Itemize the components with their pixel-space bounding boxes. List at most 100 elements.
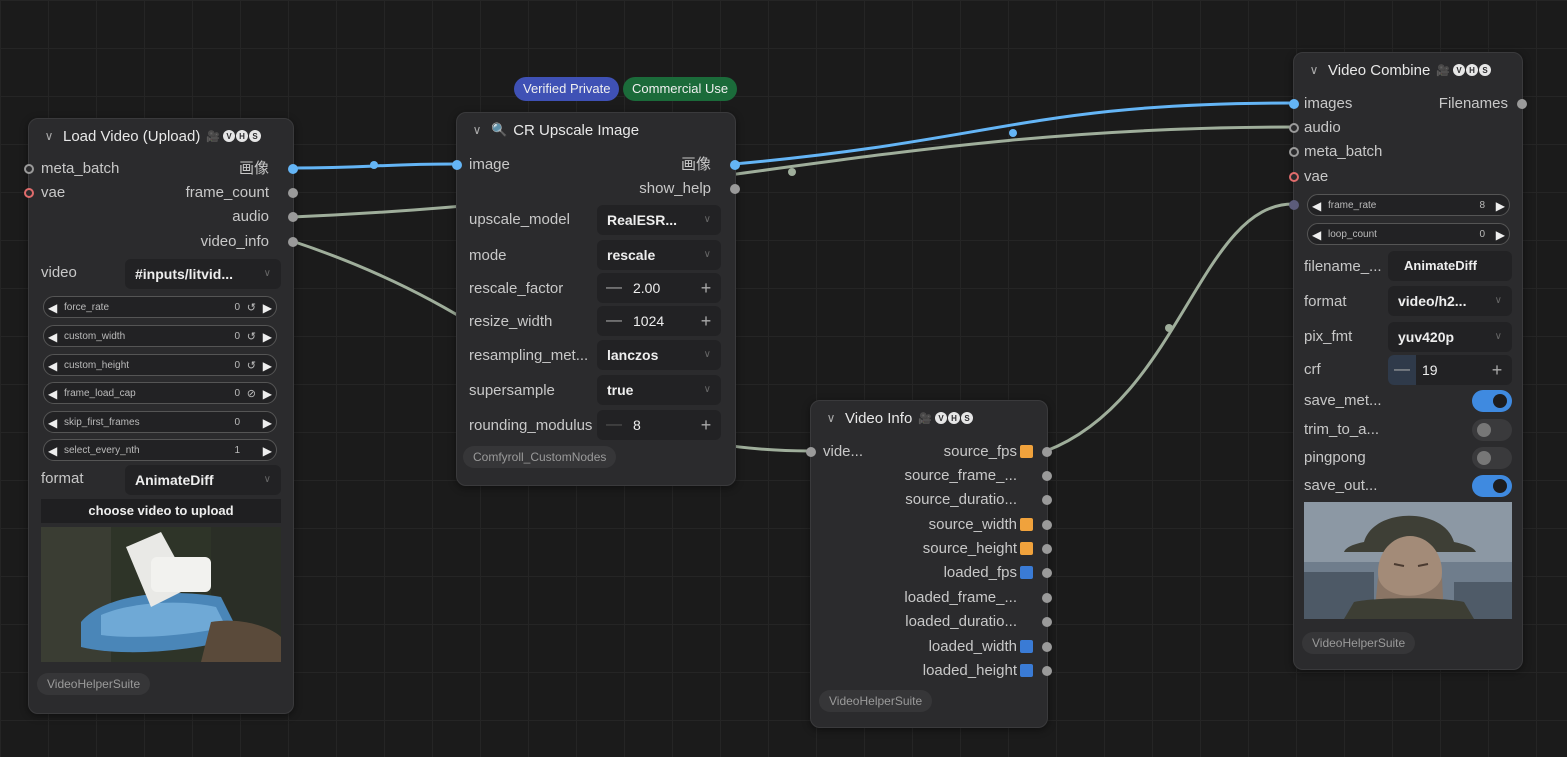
decrement-arrow-icon[interactable]: ◀ <box>48 355 57 377</box>
plus-icon[interactable]: + <box>697 306 715 336</box>
increment-arrow-icon[interactable]: ▶ <box>1496 224 1505 246</box>
audio-input-slot[interactable] <box>1289 123 1299 133</box>
decrement-arrow-icon[interactable]: ◀ <box>48 412 57 434</box>
resize-width-stepper[interactable]: — 1024 + <box>597 306 721 336</box>
minus-icon[interactable]: — <box>605 306 623 336</box>
reset-icon[interactable]: ↺ <box>247 355 256 377</box>
node-canvas[interactable]: Verified Private Commercial Use ∨ Load V… <box>0 0 1567 757</box>
reset-icon[interactable]: ↺ <box>247 297 256 319</box>
vae-input-slot[interactable] <box>24 188 34 198</box>
cr-upscale-image-node[interactable]: ∨ 🔍 CR Upscale Image image 画像 show_help … <box>452 112 740 486</box>
video-info-node[interactable]: ∨ Video Info 🎥 V H S vide... source_fps sou… <box>806 400 1052 728</box>
video-combine-node[interactable]: ∨ Video Combine 🎥 V H S images audio meta_b… <box>1289 52 1527 670</box>
frame-count-output-slot[interactable] <box>288 188 298 198</box>
plus-icon[interactable]: + <box>697 273 715 303</box>
pingpong-toggle[interactable] <box>1472 447 1512 469</box>
supersample-combo[interactable]: true ∨ <box>597 375 721 405</box>
vae-input-slot[interactable] <box>1289 172 1299 182</box>
increment-arrow-icon[interactable]: ▶ <box>263 326 272 348</box>
increment-arrow-icon[interactable]: ▶ <box>263 383 272 405</box>
rounding-modulus-stepper[interactable]: — 8 + <box>597 410 721 440</box>
format-combo[interactable]: video/h2... ∨ <box>1388 286 1512 316</box>
load-video-node[interactable]: ∨ Load Video (Upload) 🎥 V H S meta_batch va… <box>24 118 298 714</box>
disable-icon[interactable]: ⊘ <box>247 383 256 405</box>
node-header[interactable]: ∨ Video Info 🎥 V H S <box>811 403 1047 433</box>
output-slot[interactable] <box>1042 471 1052 481</box>
decrement-arrow-icon[interactable]: ◀ <box>1312 195 1321 217</box>
format-combo[interactable]: AnimateDiff ∨ <box>125 465 281 495</box>
audio-output-slot[interactable] <box>288 212 298 222</box>
select-every-nth-widget[interactable]: ◀ select_every_nth 1 ▶ <box>43 439 277 461</box>
custom-height-widget[interactable]: ◀ custom_height 0 ↺ ▶ <box>43 354 277 376</box>
video-combo[interactable]: #inputs/litvid... ∨ <box>125 259 281 289</box>
custom-width-widget[interactable]: ◀ custom_width 0 ↺ ▶ <box>43 325 277 347</box>
collapse-chevron-icon[interactable]: ∨ <box>1300 63 1328 77</box>
plus-icon[interactable]: + <box>697 410 715 440</box>
output-slot[interactable] <box>1042 495 1052 505</box>
widget-value: 1 <box>234 445 240 456</box>
decrement-arrow-icon[interactable]: ◀ <box>48 326 57 348</box>
image-output-slot[interactable] <box>730 160 740 170</box>
video-info-input-slot[interactable] <box>806 447 816 457</box>
images-input-slot[interactable] <box>1289 99 1299 109</box>
frame-rate-widget[interactable]: ◀ frame_rate 8 ▶ <box>1307 194 1510 216</box>
force-rate-widget[interactable]: ◀ force_rate 0 ↺ ▶ <box>43 296 277 318</box>
show-help-output-slot[interactable] <box>730 184 740 194</box>
stepper-value[interactable]: 2.00 <box>633 273 660 303</box>
increment-arrow-icon[interactable]: ▶ <box>263 355 272 377</box>
stepper-value[interactable]: 8 <box>633 410 641 440</box>
decrement-arrow-icon[interactable]: ◀ <box>48 440 57 462</box>
minus-icon[interactable]: — <box>605 273 623 303</box>
frame-rate-input-slot[interactable] <box>1289 200 1299 210</box>
output-slot[interactable] <box>1042 544 1052 554</box>
plus-icon[interactable]: + <box>1488 355 1506 385</box>
frame-load-cap-widget[interactable]: ◀ frame_load_cap 0 ⊘ ▶ <box>43 382 277 404</box>
minus-icon[interactable]: — <box>1388 355 1416 385</box>
increment-arrow-icon[interactable]: ▶ <box>263 297 272 319</box>
upscale-model-combo[interactable]: RealESR... ∨ <box>597 205 721 235</box>
increment-arrow-icon[interactable]: ▶ <box>1496 195 1505 217</box>
output-slot[interactable] <box>1042 520 1052 530</box>
filename-prefix-input[interactable]: AnimateDiff <box>1388 251 1512 281</box>
choose-video-button[interactable]: choose video to upload <box>41 499 281 523</box>
meta-batch-input-slot[interactable] <box>1289 147 1299 157</box>
increment-arrow-icon[interactable]: ▶ <box>263 440 272 462</box>
output-slot[interactable] <box>1042 642 1052 652</box>
image-output-slot[interactable] <box>288 164 298 174</box>
collapse-chevron-icon[interactable]: ∨ <box>463 123 491 137</box>
output-slot[interactable] <box>1042 447 1052 457</box>
reset-icon[interactable]: ↺ <box>247 326 256 348</box>
filenames-output-slot[interactable] <box>1517 99 1527 109</box>
video-info-output-slot[interactable] <box>288 237 298 247</box>
node-header[interactable]: ∨ Load Video (Upload) 🎥 V H S <box>29 121 293 151</box>
output-slot[interactable] <box>1042 593 1052 603</box>
increment-arrow-icon[interactable]: ▶ <box>263 412 272 434</box>
output-slot[interactable] <box>1042 666 1052 676</box>
pix-fmt-combo[interactable]: yuv420p ∨ <box>1388 322 1512 352</box>
decrement-arrow-icon[interactable]: ◀ <box>1312 224 1321 246</box>
meta-batch-input-slot[interactable] <box>24 164 34 174</box>
stepper-value[interactable]: 1024 <box>633 306 664 336</box>
image-input-slot[interactable] <box>452 160 462 170</box>
resampling-method-combo[interactable]: lanczos ∨ <box>597 340 721 370</box>
decrement-arrow-icon[interactable]: ◀ <box>48 297 57 319</box>
save-metadata-toggle[interactable] <box>1472 390 1512 412</box>
mode-combo[interactable]: rescale ∨ <box>597 240 721 270</box>
save-output-toggle[interactable] <box>1472 475 1512 497</box>
minus-icon[interactable]: — <box>605 410 623 440</box>
loop-count-widget[interactable]: ◀ loop_count 0 ▶ <box>1307 223 1510 245</box>
decrement-arrow-icon[interactable]: ◀ <box>48 383 57 405</box>
link-midpoint <box>1009 129 1017 137</box>
crf-stepper[interactable]: —19 + <box>1388 355 1512 385</box>
collapse-chevron-icon[interactable]: ∨ <box>35 129 63 143</box>
node-title: Video Info <box>845 409 913 427</box>
collapse-chevron-icon[interactable]: ∨ <box>817 411 845 425</box>
skip-first-frames-widget[interactable]: ◀ skip_first_frames 0 ▶ <box>43 411 277 433</box>
output-slot[interactable] <box>1042 568 1052 578</box>
trim-to-audio-toggle[interactable] <box>1472 419 1512 441</box>
node-header[interactable]: ∨ Video Combine 🎥 V H S <box>1294 55 1522 85</box>
rescale-factor-stepper[interactable]: — 2.00 + <box>597 273 721 303</box>
stepper-value[interactable]: 19 <box>1422 355 1438 385</box>
output-slot[interactable] <box>1042 617 1052 627</box>
node-header[interactable]: ∨ 🔍 CR Upscale Image <box>457 115 735 145</box>
